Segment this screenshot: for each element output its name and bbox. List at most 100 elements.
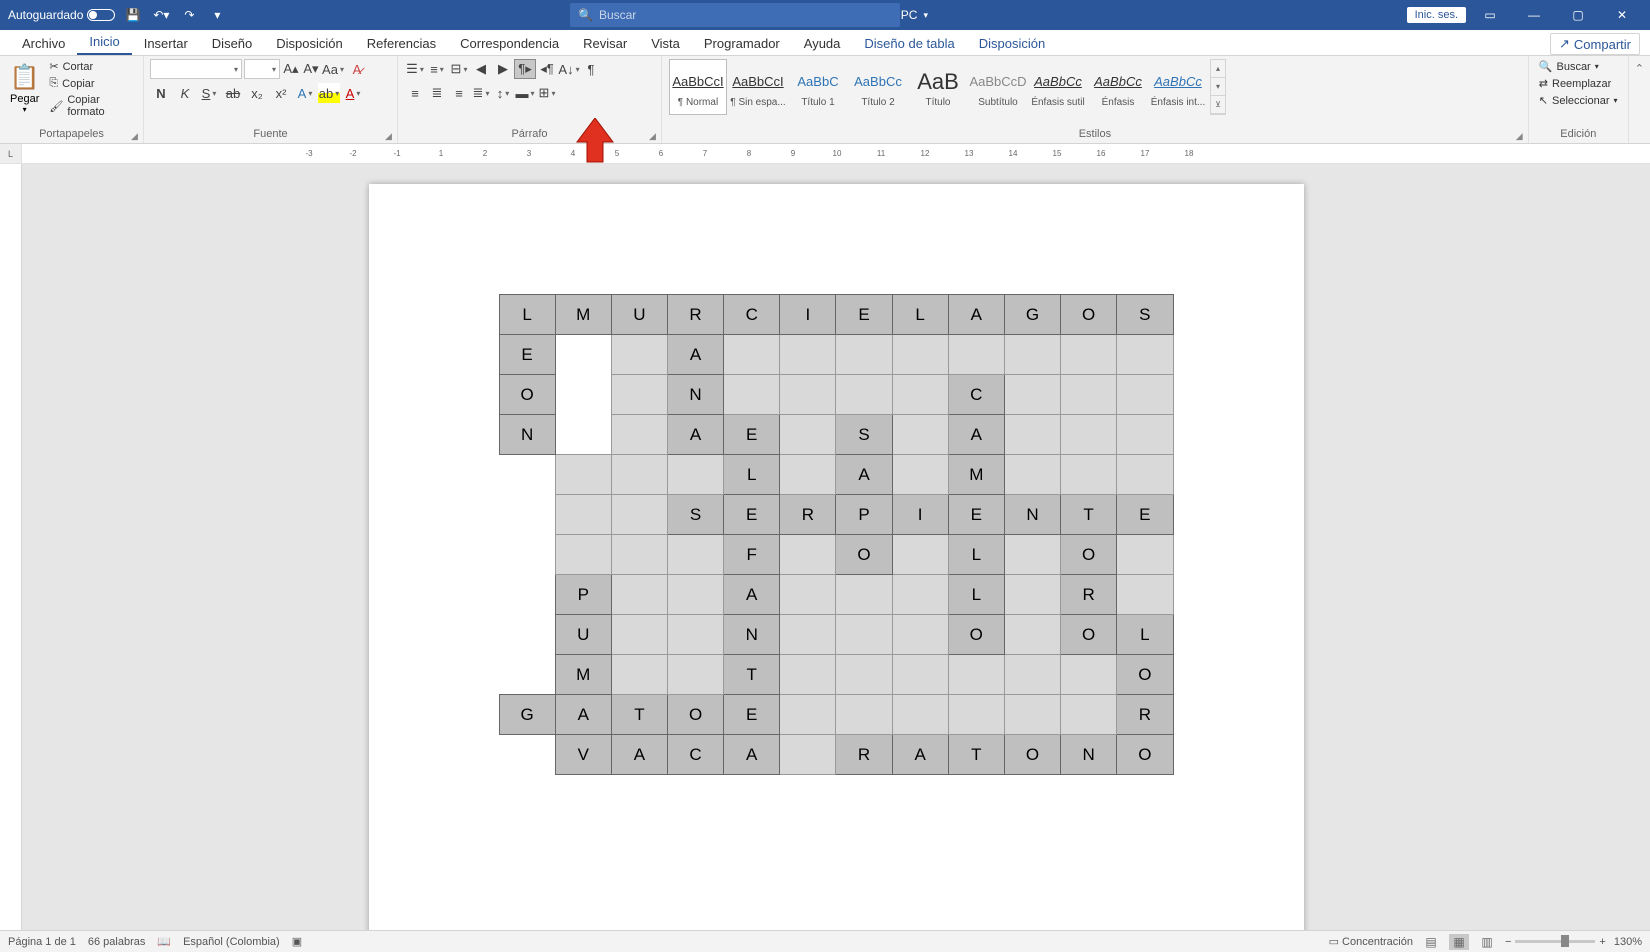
search-input[interactable]: 🔍Buscar — [570, 3, 900, 27]
cut-button[interactable]: ✂Cortar — [47, 59, 137, 74]
crossword-table[interactable]: LMURCIELAGOSEAONCNAESALAMSERPIENTEFOLOPA… — [499, 294, 1174, 775]
style-title[interactable]: AaBTítulo — [909, 59, 967, 115]
login-button[interactable]: Inic. ses. — [1407, 7, 1466, 23]
borders-button[interactable]: ⊞ — [536, 83, 558, 103]
replace-button[interactable]: ⇄Reemplazar — [1535, 76, 1622, 91]
style-normal[interactable]: AaBbCcI¶ Normal — [669, 59, 727, 115]
crossword-cell[interactable] — [780, 575, 836, 615]
tab-correspondencia[interactable]: Correspondencia — [448, 32, 571, 55]
zoom-slider[interactable]: −+ — [1505, 936, 1606, 948]
crossword-cell[interactable] — [555, 415, 611, 455]
crossword-cell[interactable] — [892, 375, 948, 415]
language-indicator[interactable]: Español (Colombia) — [183, 936, 280, 948]
crossword-cell[interactable] — [780, 455, 836, 495]
crossword-cell[interactable] — [1004, 375, 1060, 415]
macro-icon[interactable]: ▣ — [292, 935, 302, 948]
crossword-cell[interactable]: C — [948, 375, 1004, 415]
read-mode-icon[interactable]: ▤ — [1421, 934, 1441, 950]
style-subtle-emphasis[interactable]: AaBbCcÉnfasis sutil — [1029, 59, 1087, 115]
crossword-cell[interactable] — [1117, 535, 1173, 575]
crossword-cell[interactable] — [611, 335, 667, 375]
crossword-cell[interactable] — [780, 415, 836, 455]
crossword-cell[interactable] — [667, 455, 723, 495]
crossword-cell[interactable] — [724, 335, 780, 375]
save-icon[interactable]: 💾 — [123, 5, 143, 25]
crossword-cell[interactable]: F — [724, 535, 780, 575]
crossword-cell[interactable] — [780, 655, 836, 695]
crossword-cell[interactable] — [892, 655, 948, 695]
style-no-spacing[interactable]: AaBbCcI¶ Sin espa... — [729, 59, 787, 115]
rtl-button[interactable]: ◂¶ — [536, 59, 558, 79]
crossword-cell[interactable]: O — [1061, 295, 1117, 335]
line-spacing-button[interactable]: ↕ — [492, 83, 514, 103]
crossword-cell[interactable]: I — [892, 495, 948, 535]
crossword-cell[interactable] — [1117, 455, 1173, 495]
document-area[interactable]: LMURCIELAGOSEAONCNAESALAMSERPIENTEFOLOPA… — [22, 164, 1650, 930]
text-effects-button[interactable]: A — [294, 83, 316, 103]
crossword-cell[interactable] — [780, 335, 836, 375]
page-indicator[interactable]: Página 1 de 1 — [8, 936, 76, 948]
crossword-cell[interactable]: A — [667, 415, 723, 455]
shrink-font-button[interactable]: A▾ — [302, 59, 320, 79]
style-subtitle[interactable]: AaBbCcDSubtítulo — [969, 59, 1027, 115]
bold-button[interactable]: N — [150, 83, 172, 103]
crossword-cell[interactable] — [948, 335, 1004, 375]
crossword-cell[interactable]: E — [499, 335, 555, 375]
crossword-cell[interactable] — [836, 695, 892, 735]
tab-diseno-tabla[interactable]: Diseño de tabla — [852, 32, 966, 55]
crossword-cell[interactable]: N — [499, 415, 555, 455]
crossword-cell[interactable] — [667, 655, 723, 695]
crossword-cell[interactable] — [892, 535, 948, 575]
crossword-cell[interactable] — [1117, 375, 1173, 415]
undo-icon[interactable]: ↶▾ — [151, 5, 171, 25]
styles-dialog-icon[interactable]: ◢ — [1516, 131, 1526, 141]
crossword-cell[interactable]: G — [1004, 295, 1060, 335]
crossword-cell[interactable] — [555, 495, 611, 535]
crossword-cell[interactable] — [611, 655, 667, 695]
crossword-cell[interactable] — [1117, 415, 1173, 455]
crossword-cell[interactable]: N — [1004, 495, 1060, 535]
crossword-cell[interactable]: A — [836, 455, 892, 495]
crossword-cell[interactable]: E — [1117, 495, 1173, 535]
crossword-cell[interactable]: A — [555, 695, 611, 735]
copy-button[interactable]: ⎘Copiar — [47, 76, 137, 91]
crossword-cell[interactable]: O — [948, 615, 1004, 655]
crossword-cell[interactable]: L — [892, 295, 948, 335]
crossword-cell[interactable] — [611, 615, 667, 655]
maximize-icon[interactable]: ▢ — [1558, 1, 1598, 29]
clear-format-button[interactable]: A̷ — [346, 59, 368, 79]
subscript-button[interactable]: x₂ — [246, 83, 268, 103]
crossword-cell[interactable] — [499, 735, 555, 775]
crossword-cell[interactable] — [499, 615, 555, 655]
align-center-button[interactable]: ≣ — [426, 83, 448, 103]
crossword-cell[interactable] — [1117, 575, 1173, 615]
increase-indent-button[interactable]: ▶ — [492, 59, 514, 79]
crossword-cell[interactable] — [948, 695, 1004, 735]
crossword-cell[interactable]: A — [892, 735, 948, 775]
crossword-cell[interactable]: T — [948, 735, 1004, 775]
highlight-button[interactable]: ab — [318, 83, 340, 103]
crossword-cell[interactable]: A — [667, 335, 723, 375]
crossword-cell[interactable] — [555, 335, 611, 375]
focus-mode-button[interactable]: ▭ Concentración — [1329, 935, 1413, 948]
crossword-cell[interactable]: A — [724, 575, 780, 615]
crossword-cell[interactable] — [780, 695, 836, 735]
crossword-cell[interactable]: E — [836, 295, 892, 335]
crossword-cell[interactable]: R — [667, 295, 723, 335]
crossword-cell[interactable] — [667, 575, 723, 615]
crossword-cell[interactable] — [1004, 575, 1060, 615]
crossword-cell[interactable] — [836, 375, 892, 415]
crossword-cell[interactable] — [1004, 655, 1060, 695]
style-heading1[interactable]: AaBbCTítulo 1 — [789, 59, 847, 115]
crossword-cell[interactable]: R — [836, 735, 892, 775]
crossword-cell[interactable] — [1004, 415, 1060, 455]
crossword-cell[interactable] — [1004, 695, 1060, 735]
crossword-cell[interactable]: O — [1117, 735, 1173, 775]
crossword-cell[interactable]: P — [836, 495, 892, 535]
align-right-button[interactable]: ≡ — [448, 83, 470, 103]
crossword-cell[interactable] — [892, 455, 948, 495]
crossword-cell[interactable]: T — [611, 695, 667, 735]
print-layout-icon[interactable]: ▦ — [1449, 934, 1469, 950]
crossword-cell[interactable] — [611, 575, 667, 615]
crossword-cell[interactable]: M — [555, 655, 611, 695]
